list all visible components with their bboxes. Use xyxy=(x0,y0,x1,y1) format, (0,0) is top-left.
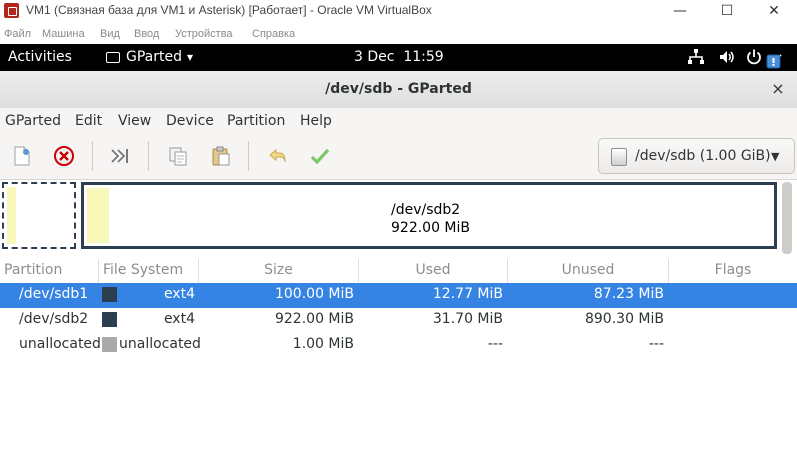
cell-used: 31.70 MiB xyxy=(432,311,503,327)
vbox-menu-view[interactable]: Вид xyxy=(100,28,120,40)
copy-button[interactable] xyxy=(165,143,191,169)
partition-table: Partition File System Size Used Unused F… xyxy=(0,259,797,458)
chevron-down-icon: ▼ xyxy=(771,150,780,163)
undo-button[interactable] xyxy=(265,143,291,169)
window-title: /dev/sdb - GParted xyxy=(325,81,472,97)
resize-move-button[interactable] xyxy=(107,143,133,169)
activities-button[interactable]: Activities xyxy=(8,49,72,65)
cell-filesystem: unallocated xyxy=(119,336,201,352)
vbox-minimize-button[interactable]: — xyxy=(657,0,703,22)
device-selector[interactable]: /dev/sdb (1.00 GiB) ▼ xyxy=(598,138,795,174)
column-header-flags[interactable]: Flags xyxy=(669,259,797,283)
gparted-toolbar: /dev/sdb (1.00 GiB) ▼ xyxy=(0,135,797,180)
vbox-menu-help[interactable]: Справка xyxy=(252,28,295,40)
table-header: Partition File System Size Used Unused F… xyxy=(0,259,797,284)
apply-check-icon xyxy=(310,148,330,165)
vbox-notification-icon[interactable] xyxy=(766,54,782,72)
cell-unused: 890.30 MiB xyxy=(584,311,664,327)
vbox-menu-input[interactable]: Ввод xyxy=(134,28,159,40)
chevron-down-icon: ▾ xyxy=(187,50,194,64)
delete-partition-button[interactable] xyxy=(51,143,77,169)
drive-icon xyxy=(611,148,627,166)
partition-block-name: /dev/sdb2 xyxy=(391,202,461,218)
new-partition-button[interactable] xyxy=(9,143,35,169)
filesystem-color-swatch xyxy=(102,312,117,327)
table-row[interactable]: /dev/sdb1 ext4 100.00 MiB 12.77 MiB 87.2… xyxy=(0,283,797,308)
partition-block-size: 922.00 MiB xyxy=(391,220,471,236)
cell-size: 1.00 MiB xyxy=(292,336,354,352)
power-icon[interactable] xyxy=(745,48,763,66)
gparted-title-bar: /dev/sdb - GParted × xyxy=(0,71,797,109)
vbox-close-button[interactable]: ✕ xyxy=(751,0,797,22)
menu-gparted[interactable]: GParted xyxy=(5,113,61,129)
cell-size: 922.00 MiB xyxy=(274,311,354,327)
virtualbox-logo-icon xyxy=(4,3,19,18)
vbox-menu-devices[interactable]: Устройства xyxy=(175,28,233,40)
vbox-maximize-button[interactable]: ☐ xyxy=(704,0,750,22)
menu-help[interactable]: Help xyxy=(300,113,332,129)
vbox-menu-file[interactable]: Файл xyxy=(4,28,31,40)
filesystem-color-swatch xyxy=(102,337,117,352)
table-row[interactable]: /dev/sdb2 ext4 922.00 MiB 31.70 MiB 890.… xyxy=(0,308,797,333)
cell-partition: unallocated xyxy=(19,336,101,352)
column-header-size[interactable]: Size xyxy=(199,259,359,283)
partition-block-sdb2[interactable]: /dev/sdb2 922.00 MiB xyxy=(81,182,777,249)
new-document-icon xyxy=(14,146,30,166)
gparted-app-icon xyxy=(106,51,120,63)
cell-unused: 87.23 MiB xyxy=(593,286,664,302)
apply-button[interactable] xyxy=(307,143,333,169)
column-header-unused[interactable]: Unused xyxy=(508,259,669,283)
clock[interactable]: 3 Dec 11:59 xyxy=(354,49,444,65)
app-menu-label: GParted xyxy=(126,49,182,65)
toolbar-separator xyxy=(148,141,149,171)
vbox-window-title: VM1 (Связная база для VM1 и Asterisk) [Р… xyxy=(26,3,432,17)
resize-move-icon xyxy=(111,149,128,163)
menu-edit[interactable]: Edit xyxy=(75,113,102,129)
app-menu[interactable]: GParted ▾ xyxy=(106,49,193,65)
cell-size: 100.00 MiB xyxy=(274,286,354,302)
copy-icon xyxy=(169,147,187,166)
table-row[interactable]: unallocated unallocated 1.00 MiB --- --- xyxy=(0,333,797,358)
vbox-title-bar: VM1 (Связная база для VM1 и Asterisk) [Р… xyxy=(0,0,797,24)
undo-icon xyxy=(269,148,286,163)
menu-view[interactable]: View xyxy=(118,113,151,129)
partition-map-scrollbar[interactable] xyxy=(782,182,792,254)
menu-device[interactable]: Device xyxy=(166,113,214,129)
cell-partition: /dev/sdb2 xyxy=(19,311,89,327)
column-header-filesystem[interactable]: File System xyxy=(99,259,199,283)
network-icon[interactable] xyxy=(687,48,705,66)
toolbar-separator xyxy=(92,141,93,171)
partition-map: /dev/sdb2 922.00 MiB xyxy=(0,180,797,258)
volume-icon[interactable] xyxy=(718,48,736,66)
vbox-menu-machine[interactable]: Машина xyxy=(42,28,85,40)
column-header-used[interactable]: Used xyxy=(359,259,508,283)
close-window-button[interactable]: × xyxy=(768,79,788,99)
toolbar-separator xyxy=(248,141,249,171)
used-space-bar xyxy=(87,188,109,243)
vbox-menubar: Файл Машина Вид Ввод Устройства Справка xyxy=(0,24,797,44)
gparted-menubar: GParted Edit View Device Partition Help xyxy=(0,108,797,135)
cell-used: --- xyxy=(487,336,503,352)
cell-partition: /dev/sdb1 xyxy=(19,286,89,302)
paste-button[interactable] xyxy=(208,143,234,169)
used-space-bar xyxy=(7,187,16,244)
menu-partition[interactable]: Partition xyxy=(227,113,285,129)
cell-filesystem: ext4 xyxy=(163,311,195,327)
delete-icon xyxy=(54,146,74,166)
cell-unused: --- xyxy=(648,336,664,352)
paste-icon xyxy=(212,146,230,166)
device-selector-label: /dev/sdb (1.00 GiB) xyxy=(635,148,771,164)
partition-block-sdb1[interactable] xyxy=(2,182,76,249)
cell-used: 12.77 MiB xyxy=(432,286,503,302)
column-header-partition[interactable]: Partition xyxy=(0,259,99,283)
filesystem-color-swatch xyxy=(102,287,117,302)
gnome-top-bar: Activities GParted ▾ 3 Dec 11:59 xyxy=(0,44,797,71)
cell-filesystem: ext4 xyxy=(163,286,195,302)
